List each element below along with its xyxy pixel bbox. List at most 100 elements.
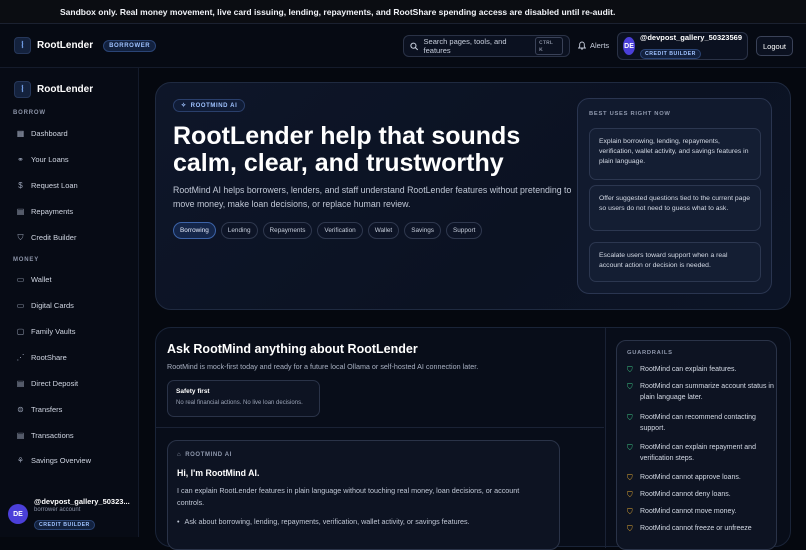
sidebar-item-label: Your Loans: [31, 155, 69, 164]
credit-builder-badge: CREDIT BUILDER: [34, 520, 95, 530]
dollar-icon: $: [18, 181, 23, 190]
guardrail-text: RootMind cannot freeze or unfreeze: [640, 525, 752, 532]
ask-panel: Ask RootMind anything about RootLender R…: [155, 327, 791, 550]
bot-icon: ⌂: [177, 452, 182, 458]
sidebar-item-savings-overview[interactable]: ⚘ Savings Overview: [16, 456, 91, 465]
sidebar-item-label: Digital Cards: [31, 301, 74, 310]
best-uses-title: BEST USES RIGHT NOW: [589, 111, 671, 117]
tab-wallet[interactable]: Wallet: [367, 222, 400, 239]
sparkle-icon: ✧: [181, 103, 187, 109]
chat-bullet: • Ask about borrowing, lending, repayment…: [177, 517, 470, 526]
sidebar-item-label: Request Loan: [31, 181, 78, 190]
guardrail-item: ⛉ RootMind can explain repayment and veri…: [627, 442, 775, 464]
banner-text: Sandbox only. Real money movement, live …: [60, 6, 616, 17]
sidebar-item-label: Transactions: [31, 431, 74, 440]
user-menu[interactable]: DE @devpost_gallery_50323569 CREDIT BUIL…: [617, 32, 748, 60]
credit-builder-badge: CREDIT BUILDER: [640, 48, 701, 59]
tab-repayments[interactable]: Repayments: [262, 222, 313, 239]
logout-button[interactable]: Logout: [756, 36, 793, 56]
search-icon: [410, 42, 419, 50]
top-bar: ⦚ RootLender BORROWER Search pages, tool…: [0, 24, 806, 68]
guardrail-item: ⛉ RootMind can summarize account status i…: [627, 381, 775, 403]
bullet-text: Ask about borrowing, lending, repayments…: [184, 517, 470, 526]
bank-icon: ▤: [16, 379, 25, 388]
hero-description: RootMind AI helps borrowers, lenders, an…: [173, 185, 572, 209]
shield-alert-icon: ⛉: [627, 507, 633, 516]
alerts-button[interactable]: Alerts: [578, 41, 609, 50]
divider: [605, 328, 606, 548]
sidebar-item-label: Dashboard: [31, 129, 68, 138]
sidebar-item-label: Wallet: [31, 275, 52, 284]
shield-check-icon: ⛉: [627, 413, 633, 422]
search-input[interactable]: Search pages, tools, and features CTRL K: [403, 35, 570, 57]
sidebar-item-rootshare[interactable]: ⋰ RootShare: [16, 353, 67, 362]
sidebar-brand-name: RootLender: [37, 84, 94, 95]
shield-alert-icon: ⛉: [627, 490, 633, 499]
guardrail-text: RootMind cannot move money.: [640, 508, 737, 515]
sidebar-item-digital-cards[interactable]: ▭ Digital Cards: [16, 301, 74, 310]
card-icon: ▭: [16, 301, 25, 310]
chat-window: ⌂ ROOTMIND AI Hi, I'm RootMind AI. I can …: [167, 440, 560, 550]
guardrail-text: RootMind cannot deny loans.: [640, 491, 731, 498]
chat-label-text: ROOTMIND AI: [185, 452, 232, 458]
sidebar-item-your-loans[interactable]: ⚭ Your Loans: [16, 155, 69, 164]
brand[interactable]: ⦚ RootLender BORROWER: [14, 37, 157, 54]
divider: [156, 427, 604, 428]
sidebar-item-direct-deposit[interactable]: ▤ Direct Deposit: [16, 379, 78, 388]
sidebar-item-request-loan[interactable]: $ Request Loan: [16, 181, 78, 190]
sidebar-item-transactions[interactable]: ▤ Transactions: [16, 431, 74, 440]
sidebar-user-subtitle: borrower account: [34, 507, 81, 513]
tab-lending[interactable]: Lending: [220, 222, 258, 239]
guardrail-item: ⛉ RootMind cannot deny loans.: [627, 489, 775, 500]
shield-check-icon: ⛉: [627, 365, 633, 374]
grid-icon: ▦: [16, 129, 25, 138]
guardrail-text: RootMind can explain features.: [640, 366, 737, 373]
search-shortcut: CTRL K: [535, 37, 563, 55]
sidebar-item-label: RootShare: [31, 353, 67, 362]
guardrail-item: ⛉ RootMind can recommend contacting suppo…: [627, 412, 775, 434]
safety-title: Safety first: [176, 388, 210, 395]
alerts-label: Alerts: [590, 41, 610, 50]
transfer-icon: ⊜: [17, 405, 24, 414]
best-use-card: Escalate users toward support when a rea…: [589, 242, 761, 282]
tab-borrowing[interactable]: Borrowing: [173, 222, 216, 239]
tab-savings[interactable]: Savings: [404, 222, 441, 239]
sidebar-item-label: Direct Deposit: [31, 379, 79, 388]
sidebar: ⦚ RootLender BORROW ▦ Dashboard ⚭ Your Loa…: [0, 68, 139, 537]
sidebar-item-credit-builder[interactable]: ⛉ Credit Builder: [16, 233, 77, 243]
tab-support[interactable]: Support: [445, 222, 483, 239]
section-money: MONEY: [13, 257, 40, 263]
sidebar-item-label: Family Vaults: [31, 327, 76, 336]
sidebar-item-dashboard[interactable]: ▦ Dashboard: [16, 129, 68, 138]
topic-tabs: Borrowing Lending Repayments Verificatio…: [173, 222, 483, 239]
avatar: DE: [8, 504, 28, 524]
ask-subtitle: RootMind is mock-first today and ready f…: [167, 362, 479, 371]
chip-label: ROOTMIND AI: [190, 102, 238, 109]
vault-icon: ▢: [16, 327, 25, 336]
brand-name: RootLender: [37, 40, 94, 51]
sidebar-brand[interactable]: ⦚ RootLender: [14, 81, 93, 98]
sidebar-user[interactable]: DE @devpost_gallery_50323... borrower ac…: [8, 495, 132, 533]
logo-icon: ⦚: [14, 81, 31, 98]
sidebar-item-label: Repayments: [31, 207, 74, 216]
page-title: RootLender help that sounds calm, clear,…: [173, 122, 521, 177]
logo-icon: ⦚: [14, 37, 31, 54]
sidebar-item-transfers[interactable]: ⊜ Transfers: [16, 405, 62, 414]
sidebar-item-repayments[interactable]: ▤ Repayments: [16, 207, 73, 216]
guardrail-text: RootMind cannot approve loans.: [640, 474, 741, 481]
shield-alert-icon: ⛉: [627, 524, 633, 533]
piggy-icon: ⚘: [16, 456, 25, 465]
shield-alert-icon: ⛉: [627, 473, 633, 482]
wallet-icon: ▭: [16, 275, 25, 284]
sidebar-item-family-vaults[interactable]: ▢ Family Vaults: [16, 327, 76, 336]
section-borrow: BORROW: [13, 110, 46, 116]
ask-title: Ask RootMind anything about RootLender: [167, 342, 418, 356]
share-icon: ⋰: [16, 353, 25, 362]
chat-greeting: Hi, I'm RootMind AI.: [177, 468, 260, 478]
guardrail-item: ⛉ RootMind cannot move money.: [627, 506, 775, 517]
tab-verification[interactable]: Verification: [317, 222, 363, 239]
sidebar-item-label: Transfers: [31, 405, 63, 414]
sidebar-item-wallet[interactable]: ▭ Wallet: [16, 275, 52, 284]
chat-message: I can explain RootLender features in pla…: [177, 486, 520, 507]
shield-check-icon: ⛉: [627, 443, 633, 452]
